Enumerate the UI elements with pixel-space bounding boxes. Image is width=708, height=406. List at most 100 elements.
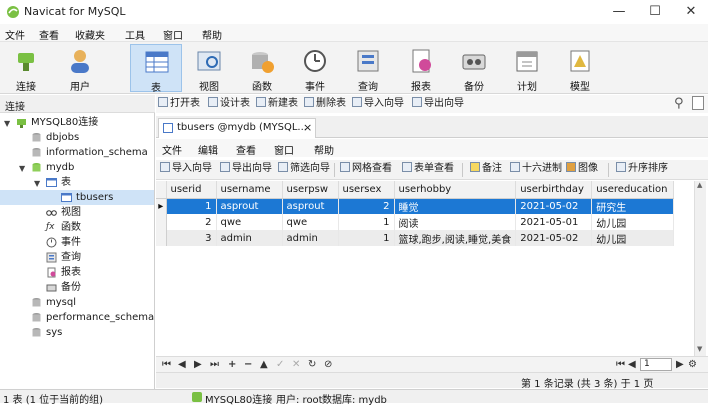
grid-view-button[interactable]: 网格查看 <box>340 162 392 176</box>
page-number-input[interactable]: 1 <box>640 358 672 371</box>
next-page-icon[interactable]: ▶ <box>676 358 684 372</box>
toolbar-query-button[interactable]: 查询 <box>342 44 394 93</box>
prev-record-icon[interactable]: ◀ <box>178 358 186 372</box>
table-cell[interactable]: asprout <box>216 198 283 214</box>
first-record-icon[interactable]: ⏮ <box>162 358 171 372</box>
table-cell[interactable]: 2 <box>166 214 217 230</box>
table-cell[interactable]: 睡觉 <box>394 198 517 214</box>
scroll-up-icon[interactable]: ▲ <box>697 181 702 189</box>
grid-export-button[interactable]: 导出向导 <box>220 162 272 176</box>
chevron-down-icon[interactable]: ▼ <box>19 161 25 176</box>
table-cell[interactable]: asprout <box>282 198 339 214</box>
toolbar-user-button[interactable]: 用户 <box>54 44 106 93</box>
tab-menu-edit[interactable]: 编辑 <box>198 142 218 157</box>
table-cell[interactable]: 研究生 <box>591 198 675 214</box>
table-cell[interactable]: qwe <box>282 214 339 230</box>
tree-item-dbjobs[interactable]: dbjobs <box>0 130 154 145</box>
next-record-icon[interactable]: ▶ <box>194 358 202 372</box>
maximize-icon[interactable]: ☐ <box>646 3 664 21</box>
tab-menu-file[interactable]: 文件 <box>162 142 182 157</box>
new-table-button[interactable]: 新建表 <box>256 97 298 111</box>
discard-changes-icon[interactable]: ✕ <box>292 358 300 372</box>
table-row[interactable]: 2 qwe qwe 1 阅读 2021-05-01 幼儿园 <box>156 214 675 230</box>
table-cell[interactable]: 2021-05-01 <box>515 214 593 230</box>
minimize-icon[interactable]: — <box>610 3 628 21</box>
delete-table-button[interactable]: 删除表 <box>304 97 346 111</box>
refresh-icon[interactable]: ↻ <box>308 358 316 372</box>
menu-help[interactable]: 帮助 <box>202 27 222 42</box>
table-cell[interactable]: 3 <box>166 230 217 246</box>
toolbar-table-button[interactable]: 表 <box>130 44 182 94</box>
close-tab-icon[interactable]: × <box>303 119 312 137</box>
table-cell[interactable]: 2 <box>338 198 395 214</box>
image-button[interactable]: 图像 <box>566 162 598 176</box>
menu-file[interactable]: 文件 <box>5 27 25 42</box>
table-cell[interactable]: admin <box>216 230 283 246</box>
toolbar-backup-button[interactable]: 备份 <box>448 44 500 93</box>
move-up-icon[interactable]: ▲ <box>260 358 268 372</box>
import-wizard-button[interactable]: 导入向导 <box>352 97 404 111</box>
column-header-userpsw[interactable]: userpsw <box>282 181 339 199</box>
menu-view[interactable]: 查看 <box>39 27 59 42</box>
table-row[interactable]: 3 admin admin 1 篮球,跑步,阅读,睡觉,美食 2021-05-0… <box>156 230 675 246</box>
column-header-userhobby[interactable]: userhobby <box>394 181 517 199</box>
table-cell[interactable]: 2021-05-02 <box>515 230 593 246</box>
design-table-button[interactable]: 设计表 <box>208 97 250 111</box>
close-window-icon[interactable]: ✕ <box>682 3 700 21</box>
toolbar-view-button[interactable]: 视图 <box>183 44 235 93</box>
menu-favorites[interactable]: 收藏夹 <box>75 27 105 42</box>
grid-import-button[interactable]: 导入向导 <box>160 162 212 176</box>
prev-page-icon[interactable]: ◀ <box>628 358 636 372</box>
tree-item-functions[interactable]: ƒx 函数 <box>0 220 154 235</box>
hex-button[interactable]: 十六进制 <box>510 162 562 176</box>
chevron-down-icon[interactable]: ▼ <box>34 176 40 191</box>
tree-item-queries[interactable]: 查询 <box>0 250 154 265</box>
column-header-username[interactable]: username <box>216 181 283 199</box>
menu-window[interactable]: 窗口 <box>163 27 183 42</box>
toolbar-report-button[interactable]: 报表 <box>395 44 447 93</box>
table-cell[interactable]: admin <box>282 230 339 246</box>
tree-item-reports[interactable]: 报表 <box>0 265 154 280</box>
tree-item-events[interactable]: 事件 <box>0 235 154 250</box>
memo-button[interactable]: 备注 <box>470 162 502 176</box>
table-cell[interactable]: 篮球,跑步,阅读,睡觉,美食 <box>394 230 517 246</box>
tree-item-sys[interactable]: sys <box>0 325 154 340</box>
table-cell[interactable]: 2021-05-02 <box>515 198 593 214</box>
delete-record-icon[interactable]: − <box>244 358 252 372</box>
search-icon[interactable]: ⚲ <box>674 96 684 111</box>
column-header-usersex[interactable]: usersex <box>338 181 395 199</box>
tab-menu-view[interactable]: 查看 <box>236 142 256 157</box>
table-cell[interactable]: 1 <box>338 230 395 246</box>
toolbar-event-button[interactable]: 事件 <box>289 44 341 93</box>
settings-icon[interactable]: ⚙ <box>688 358 697 372</box>
scroll-down-icon[interactable]: ▼ <box>697 345 702 353</box>
apply-changes-icon[interactable]: ✓ <box>276 358 284 372</box>
tree-item-backups[interactable]: 备份 <box>0 280 154 295</box>
export-wizard-button[interactable]: 导出向导 <box>412 97 464 111</box>
panel-toggle-icon[interactable] <box>692 96 704 110</box>
tree-item-performance-schema[interactable]: performance_schema <box>0 310 154 325</box>
table-row[interactable]: ▸ 1 asprout asprout 2 睡觉 2021-05-02 研究生 <box>156 198 675 214</box>
table-cell[interactable]: qwe <box>216 214 283 230</box>
form-view-button[interactable]: 表单查看 <box>402 162 454 176</box>
tree-item-tables-folder[interactable]: ▼ 表 <box>0 175 154 190</box>
sort-ascending-button[interactable]: 升序排序 <box>616 162 668 176</box>
column-header-usereducation[interactable]: usereducation <box>591 181 675 199</box>
tree-item-tbusers[interactable]: tbusers <box>0 190 154 205</box>
tree-item-mydb[interactable]: ▼ mydb <box>0 160 154 175</box>
table-cell[interactable]: 阅读 <box>394 214 517 230</box>
chevron-down-icon[interactable]: ▼ <box>4 116 10 131</box>
column-header-userbirthday[interactable]: userbirthday <box>515 181 593 199</box>
stop-icon[interactable]: ⊘ <box>324 358 332 372</box>
tree-item-mysql[interactable]: mysql <box>0 295 154 310</box>
tree-item-information-schema[interactable]: information_schema <box>0 145 154 160</box>
open-table-button[interactable]: 打开表 <box>158 97 200 111</box>
menu-tools[interactable]: 工具 <box>125 27 145 42</box>
table-cell[interactable]: 幼儿园 <box>591 214 675 230</box>
tab-menu-window[interactable]: 窗口 <box>274 142 294 157</box>
toolbar-model-button[interactable]: 模型 <box>554 44 606 93</box>
tab-tbusers[interactable]: tbusers @mydb (MYSQL... × <box>158 118 316 138</box>
column-header-userid[interactable]: userid <box>166 181 217 199</box>
last-record-icon[interactable]: ⏭ <box>210 358 219 372</box>
table-cell[interactable]: 幼儿园 <box>591 230 675 246</box>
